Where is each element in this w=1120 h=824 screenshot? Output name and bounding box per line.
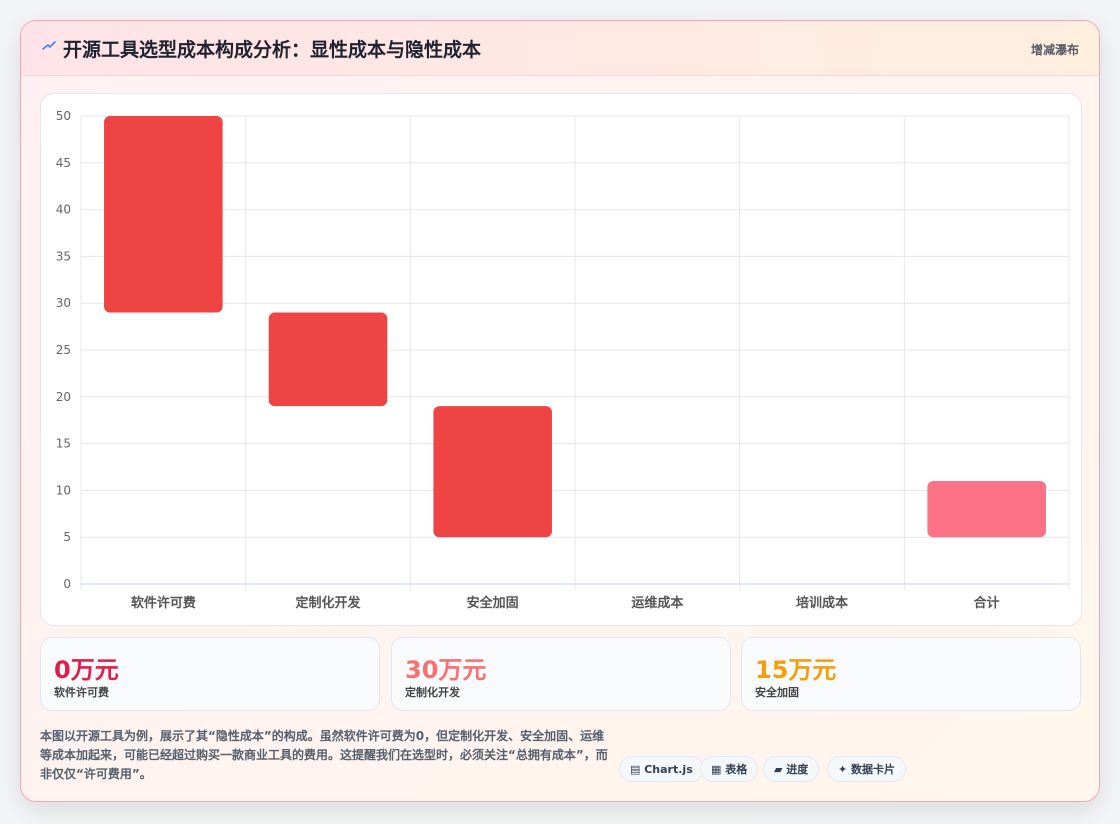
y-tick-label: 0	[63, 577, 71, 591]
stat-value: 15万元	[755, 656, 837, 684]
stat-card: 0万元 软件许可费	[40, 637, 380, 711]
chart-container: 0 5 10 15 20 25 30 35 40 45 50 软件许可费 定制化开发 安全加固 运维成本 培训…	[40, 93, 1082, 626]
page-title: 开源工具选型成本构成分析：显性成本与隐性成本	[63, 39, 482, 61]
y-tick-label: 30	[56, 296, 71, 310]
tag-chartjs[interactable]: ▤ Chart.js	[619, 756, 704, 782]
y-tick-label: 25	[56, 343, 71, 357]
tag-label: Chart.js	[644, 763, 693, 776]
bar-increase[interactable]	[433, 406, 552, 538]
tag-label: 进度	[786, 763, 809, 776]
stat-card: 15万元 安全加固	[741, 637, 1081, 711]
stat-label: 定制化开发	[405, 686, 460, 699]
chart-icon: ▤	[630, 763, 645, 776]
stat-label: 软件许可费	[54, 686, 109, 699]
x-tick-label: 安全加固	[467, 595, 519, 611]
waterfall-chart: 0 5 10 15 20 25 30 35 40 45 50 软件许可费 定制化开发 安全加固 运维成本 培训…	[56, 109, 1070, 611]
tag-label: 表格	[725, 763, 748, 776]
y-tick-label: 10	[56, 483, 71, 497]
bar-increase[interactable]	[268, 312, 388, 407]
y-tick-label: 40	[56, 203, 71, 217]
y-tick-label: 20	[56, 390, 71, 404]
y-tick-label: 50	[56, 109, 71, 123]
tag-table[interactable]: ▦ 表格	[700, 756, 759, 782]
card-header: 开源工具选型成本构成分析：显性成本与隐性成本 增减瀑布	[21, 21, 1099, 76]
stat-card: 30万元 定制化开发	[391, 637, 731, 711]
table-icon: ▦	[711, 763, 726, 776]
x-tick-label: 培训成本	[796, 595, 848, 611]
progress-icon: ▰	[774, 763, 787, 776]
chart-type-label: 增减瀑布	[1030, 43, 1079, 57]
card-icon: ✦	[838, 763, 852, 776]
bar-total[interactable]	[927, 481, 1046, 538]
stat-label: 安全加固	[755, 686, 799, 699]
tag-data-card[interactable]: ✦ 数据卡片	[827, 756, 907, 782]
x-tick-label: 定制化开发	[294, 595, 361, 611]
y-tick-label: 5	[63, 530, 71, 544]
chart-card: 开源工具选型成本构成分析：显性成本与隐性成本 增减瀑布 0 5 10 15 20 25 30…	[20, 20, 1100, 802]
stat-value: 0万元	[54, 656, 119, 684]
lightning-icon	[42, 41, 56, 50]
y-tick-label: 15	[56, 437, 71, 451]
tag-progress[interactable]: ▰ 进度	[763, 756, 820, 782]
tag-label: 数据卡片	[851, 763, 896, 776]
stat-cards: 0万元 软件许可费 30万元 定制化开发 15万元 安全加固	[40, 637, 1082, 711]
x-tick-label: 合计	[974, 595, 1000, 611]
y-tick-label: 35	[56, 249, 71, 263]
y-tick-label: 45	[56, 156, 71, 170]
stat-value: 30万元	[405, 656, 487, 684]
x-tick-label: 运维成本	[631, 595, 683, 611]
chart-description: 本图以开源工具为例，展示了其“隐性成本”的构成。虽然软件许可费为0，但定制化开发…	[40, 729, 608, 781]
x-tick-label: 软件许可费	[131, 595, 196, 611]
bar-increase[interactable]	[104, 116, 223, 313]
